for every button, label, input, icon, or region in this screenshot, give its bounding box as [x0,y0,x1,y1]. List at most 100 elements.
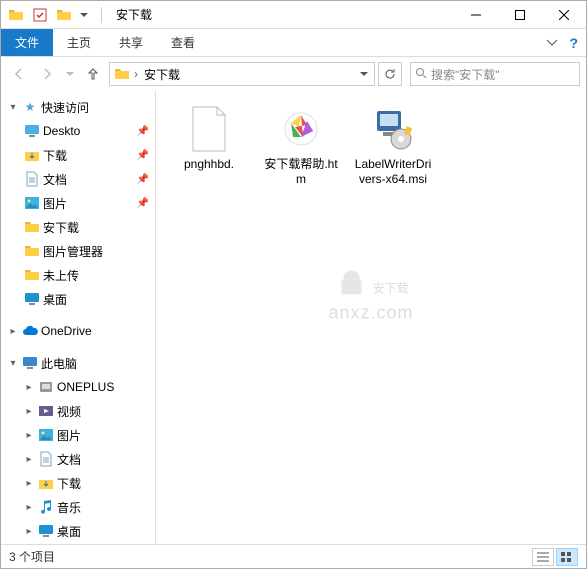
sidebar-item-label: 图片管理器 [43,243,103,260]
folder-icon [53,4,75,26]
sidebar-item-label: 视频 [57,403,81,420]
sidebar-item[interactable]: ▸ 图片 [1,423,155,447]
search-placeholder: 搜索"安下载" [431,66,500,83]
sidebar-item-label: 未上传 [43,267,79,284]
file-label: LabelWriterDrivers-x64.msi [354,157,432,187]
chevron-down-icon[interactable]: ▾ [7,358,19,369]
sidebar-item-label: 图片 [57,427,81,444]
ribbon-tabs: 文件 主页 共享 查看 ? [1,29,586,57]
address-dropdown-icon[interactable] [354,70,372,78]
qat-dropdown-icon[interactable] [77,4,91,26]
item-count: 3 个项目 [9,548,532,565]
sidebar-item-label: 桌面 [57,523,81,540]
videos-icon [37,404,55,418]
downloads-icon [37,475,55,491]
folder-icon [23,267,41,283]
sidebar-item-label: 下载 [43,147,67,164]
music-icon [37,499,55,515]
sidebar-item[interactable]: ▸ 下载 [1,471,155,495]
refresh-button[interactable] [378,62,402,86]
sidebar-item[interactable]: ▸ 文档 [1,447,155,471]
documents-icon [37,451,55,467]
icons-view-button[interactable] [556,548,578,566]
forward-button[interactable] [35,62,59,86]
documents-icon [23,171,41,187]
sidebar-item[interactable]: ▸ 桌面 [1,519,155,543]
sidebar-item[interactable]: Deskto 📌 [1,119,155,143]
details-view-button[interactable] [532,548,554,566]
desktop-blue-icon [23,292,41,306]
sidebar-item[interactable]: ▸ ONEPLUS [1,375,155,399]
tab-home[interactable]: 主页 [53,29,105,56]
tab-file[interactable]: 文件 [1,29,53,56]
chevron-right-icon[interactable]: ▸ [23,478,35,489]
pin-icon: 📌 [137,126,149,137]
sidebar-item[interactable]: ▸ 视频 [1,399,155,423]
sidebar-item-label: Deskto [43,124,80,138]
sidebar-item-label: 音乐 [57,499,81,516]
watermark: 安下载 anxz.com [328,264,413,325]
up-button[interactable] [81,62,105,86]
sidebar-item[interactable]: 安下载 [1,215,155,239]
file-icon [277,105,325,153]
sidebar-quick-access[interactable]: ▾ ★ 快速访问 [1,95,155,119]
pin-icon: 📌 [137,198,149,209]
breadcrumb-segment[interactable]: 安下载 [140,66,184,83]
pc-icon [21,356,39,370]
search-input[interactable]: 搜索"安下载" [410,62,580,86]
file-icon [369,105,417,153]
file-item[interactable]: pnghhbd. [166,101,252,191]
device-icon [37,380,55,394]
title-bar: 安下载 [1,1,586,29]
navigation-bar: › 安下载 搜索"安下载" [1,57,586,91]
chevron-right-icon[interactable]: ▸ [23,502,35,513]
sidebar-item[interactable]: 图片📌 [1,191,155,215]
ribbon-expand-icon[interactable] [547,36,557,50]
close-button[interactable] [542,1,586,29]
chevron-right-icon[interactable]: ▸ [23,454,35,465]
file-item[interactable]: LabelWriterDrivers-x64.msi [350,101,436,191]
tab-view[interactable]: 查看 [157,29,209,56]
sidebar-item-label: 文档 [43,171,67,188]
sidebar-item[interactable]: ▸ 音乐 [1,495,155,519]
chevron-right-icon[interactable]: ▸ [7,326,19,337]
window-title: 安下载 [108,6,454,23]
tab-share[interactable]: 共享 [105,29,157,56]
pin-icon: 📌 [137,150,149,161]
sidebar-item[interactable]: 未上传 [1,263,155,287]
back-button[interactable] [7,62,31,86]
sidebar-item[interactable]: 桌面 [1,287,155,311]
chevron-right-icon[interactable]: ▸ [23,382,35,393]
folder-icon [5,4,27,26]
folder-icon [23,219,41,235]
sidebar-item[interactable]: 图片管理器 [1,239,155,263]
sidebar-onedrive[interactable]: ▸ OneDrive [1,319,155,343]
cloud-icon [21,325,39,337]
recent-locations-button[interactable] [63,62,77,86]
help-icon[interactable]: ? [569,35,578,51]
address-bar[interactable]: › 安下载 [109,62,375,86]
qat-properties-icon[interactable] [29,4,51,26]
file-item[interactable]: 安下载帮助.htm [258,101,344,191]
sidebar-this-pc[interactable]: ▾ 此电脑 [1,351,155,375]
sidebar-item-label: 桌面 [43,291,67,308]
sidebar-item[interactable]: 下载 📌 [1,143,155,167]
file-list[interactable]: 安下载 anxz.com pnghhbd. 安下载帮助.htm LabelWrite… [156,91,586,544]
file-label: 安下载帮助.htm [262,157,340,187]
minimize-button[interactable] [454,1,498,29]
sidebar-item-label: ONEPLUS [57,380,114,394]
chevron-right-icon[interactable]: ▸ [23,406,35,417]
chevron-right-icon[interactable]: ▸ [23,526,35,537]
pin-icon: 📌 [137,174,149,185]
chevron-down-icon[interactable]: ▾ [7,102,19,113]
chevron-right-icon[interactable]: › [132,67,140,81]
sidebar-item[interactable]: 文档 📌 [1,167,155,191]
file-icon [185,105,233,153]
pictures-icon [23,196,41,210]
sidebar-item-label: 下载 [57,475,81,492]
pictures-icon [37,428,55,442]
sidebar-item-label: 文档 [57,451,81,468]
chevron-right-icon[interactable]: ▸ [23,430,35,441]
maximize-button[interactable] [498,1,542,29]
navigation-pane[interactable]: ▾ ★ 快速访问 Deskto📌下载📌文档📌图片📌安下载图片管理器未上传桌面 ▸… [1,91,156,544]
